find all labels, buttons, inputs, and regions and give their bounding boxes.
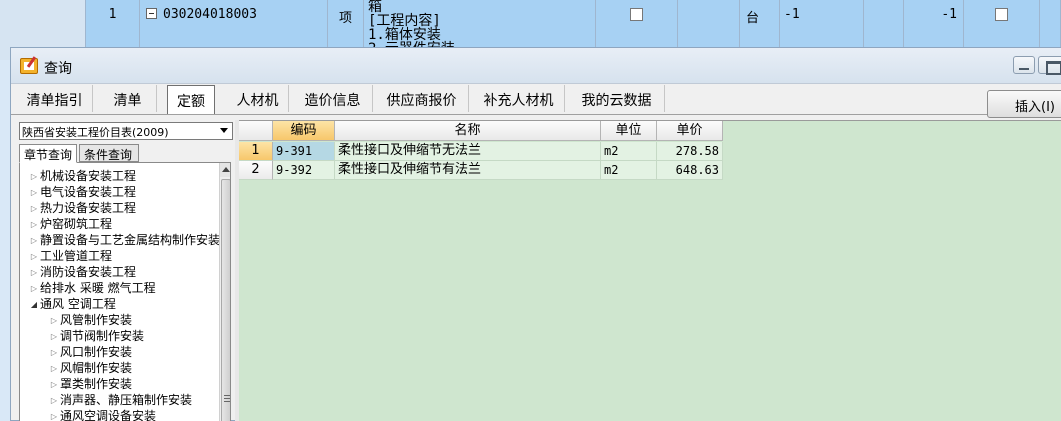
tree-child-node[interactable]: ▷ 风口制作安装 <box>48 344 132 360</box>
row-number[interactable]: 2 <box>239 161 273 180</box>
tab-condition-search[interactable]: 条件查询 <box>79 144 139 162</box>
expand-arrow-icon[interactable]: ▷ <box>48 329 60 345</box>
insert-button[interactable]: 插入(I) <box>987 90 1061 118</box>
query-tabbar: 清单指引 清单 定额 人材机 造价信息 供应商报价 补充人材机 我的云数据 <box>11 85 1061 115</box>
tab-cost-info[interactable]: 造价信息 <box>293 85 373 112</box>
tab-bill-guide[interactable]: 清单指引 <box>17 85 93 112</box>
bg-desc-line: [工程内容] <box>368 13 441 29</box>
bg-desc-line: 箱 <box>368 0 382 15</box>
tree-node[interactable]: ▷ 炉窑砌筑工程 <box>28 216 112 232</box>
scrollbar-thumb[interactable] <box>221 179 230 421</box>
cell-unit[interactable]: m2 <box>601 142 657 161</box>
tree-child-node[interactable]: ▷ 风管制作安装 <box>48 312 132 328</box>
tree-child-node[interactable]: ▷ 消声器、静压箱制作安装 <box>48 392 192 408</box>
bg-checkbox-1[interactable] <box>630 8 643 21</box>
tree-node[interactable]: ▷ 给排水 采暖 燃气工程 <box>28 280 156 296</box>
catalog-select[interactable]: 陕西省安装工程价目表(2009) <box>19 122 233 140</box>
tab-labor-material-machine[interactable]: 人材机 <box>227 85 289 112</box>
bg-code-text: 030204018003 <box>163 7 257 22</box>
cell-price[interactable]: 278.58 <box>657 142 723 161</box>
cell-code[interactable]: 9-392 <box>273 161 335 180</box>
tree-child-node[interactable]: ▷ 罩类制作安装 <box>48 376 132 392</box>
chapter-tree: ▷ 机械设备安装工程 ▷ 电气设备安装工程 ▷ 热力设备安装工程 ▷ 炉窑砌筑工程 ▷ 静… <box>19 162 231 421</box>
column-header-price[interactable]: 单价 <box>657 121 723 141</box>
expand-arrow-icon[interactable]: ▷ <box>48 393 60 409</box>
tab-supplier-quote[interactable]: 供应商报价 <box>375 85 469 112</box>
bg-desc-line: 1.箱体安装 <box>368 27 441 43</box>
tab-chapter-search[interactable]: 章节查询 <box>19 144 77 163</box>
grid-corner-header <box>239 121 273 141</box>
cell-code[interactable]: 9-391 <box>273 142 335 161</box>
tree-scrollbar[interactable] <box>219 163 230 421</box>
collapse-toggle-icon[interactable] <box>146 8 157 19</box>
tab-my-cloud-data[interactable]: 我的云数据 <box>569 85 665 112</box>
cell-unit[interactable]: m2 <box>601 161 657 180</box>
tree-node[interactable]: ▷ 电气设备安装工程 <box>28 184 136 200</box>
dialog-title: 查询 <box>44 61 72 77</box>
cell-price[interactable]: 648.63 <box>657 161 723 180</box>
expand-arrow-icon[interactable]: ▷ <box>28 281 40 297</box>
expand-arrow-icon[interactable]: ▷ <box>28 249 40 265</box>
catalog-select-value: 陕西省安装工程价目表(2009) <box>22 126 169 139</box>
scroll-up-arrow-icon[interactable] <box>220 163 230 177</box>
column-header-name[interactable]: 名称 <box>335 121 601 141</box>
tree-node[interactable]: ▷ 静置设备与工艺金属结构制作安装工程 <box>28 232 230 249</box>
maximize-button[interactable] <box>1038 56 1061 75</box>
expand-arrow-icon[interactable]: ▷ <box>28 201 40 217</box>
tab-quota[interactable]: 定额 <box>167 85 215 114</box>
dialog-titlebar[interactable]: 查询 <box>11 48 1061 84</box>
dropdown-arrow-icon[interactable] <box>220 128 228 133</box>
expand-arrow-icon[interactable]: ▷ <box>48 377 60 393</box>
expand-arrow-icon[interactable]: ▷ <box>28 217 40 233</box>
column-header-code[interactable]: 编码 <box>273 121 335 141</box>
tree-node-expanded[interactable]: ◢ 通风 空调工程 <box>28 296 116 312</box>
expand-arrow-icon[interactable]: ▷ <box>48 361 60 377</box>
tab-divider <box>11 114 987 115</box>
collapse-arrow-icon[interactable]: ◢ <box>28 297 40 313</box>
expand-arrow-icon[interactable]: ▷ <box>28 265 40 281</box>
tab-bill[interactable]: 清单 <box>99 85 157 112</box>
minimize-button[interactable] <box>1013 56 1035 74</box>
tree-child-node[interactable]: ▷ 风帽制作安装 <box>48 360 132 376</box>
tree-node[interactable]: ▷ 消防设备安装工程 <box>28 264 136 280</box>
expand-arrow-icon[interactable]: ▷ <box>28 233 40 249</box>
tree-node[interactable]: ▷ 热力设备安装工程 <box>28 200 136 216</box>
tree-child-node[interactable]: ▷ 通风空调设备安装 <box>48 408 156 421</box>
tree-node[interactable]: ▷ 工业管道工程 <box>28 248 112 264</box>
bg-checkbox-2[interactable] <box>995 8 1008 21</box>
expand-arrow-icon[interactable]: ▷ <box>48 313 60 329</box>
query-dialog: 查询 清单指引 清单 定额 人材机 造价信息 供应商报价 补充人材机 我的云数据… <box>10 47 1061 421</box>
expand-arrow-icon[interactable]: ▷ <box>48 345 60 361</box>
column-header-unit[interactable]: 单位 <box>601 121 657 141</box>
tree-node[interactable]: ▷ 机械设备安装工程 <box>28 168 136 184</box>
row-number[interactable]: 1 <box>239 142 273 161</box>
quota-grid: 编码 名称 单位 单价 1 9-391 柔性接口及伸缩节无法兰 m2 278.5… <box>239 120 1061 421</box>
cell-name[interactable]: 柔性接口及伸缩节有法兰 <box>335 161 601 180</box>
app-edit-icon <box>20 58 38 74</box>
grip-icon <box>224 395 230 396</box>
expand-arrow-icon[interactable]: ▷ <box>28 169 40 185</box>
expand-arrow-icon[interactable]: ▷ <box>28 185 40 201</box>
expand-arrow-icon[interactable]: ▷ <box>48 409 60 421</box>
cell-name[interactable]: 柔性接口及伸缩节无法兰 <box>335 142 601 161</box>
tree-child-node[interactable]: ▷ 调节阀制作安装 <box>48 328 144 344</box>
tab-supplement-material[interactable]: 补充人材机 <box>473 85 565 112</box>
